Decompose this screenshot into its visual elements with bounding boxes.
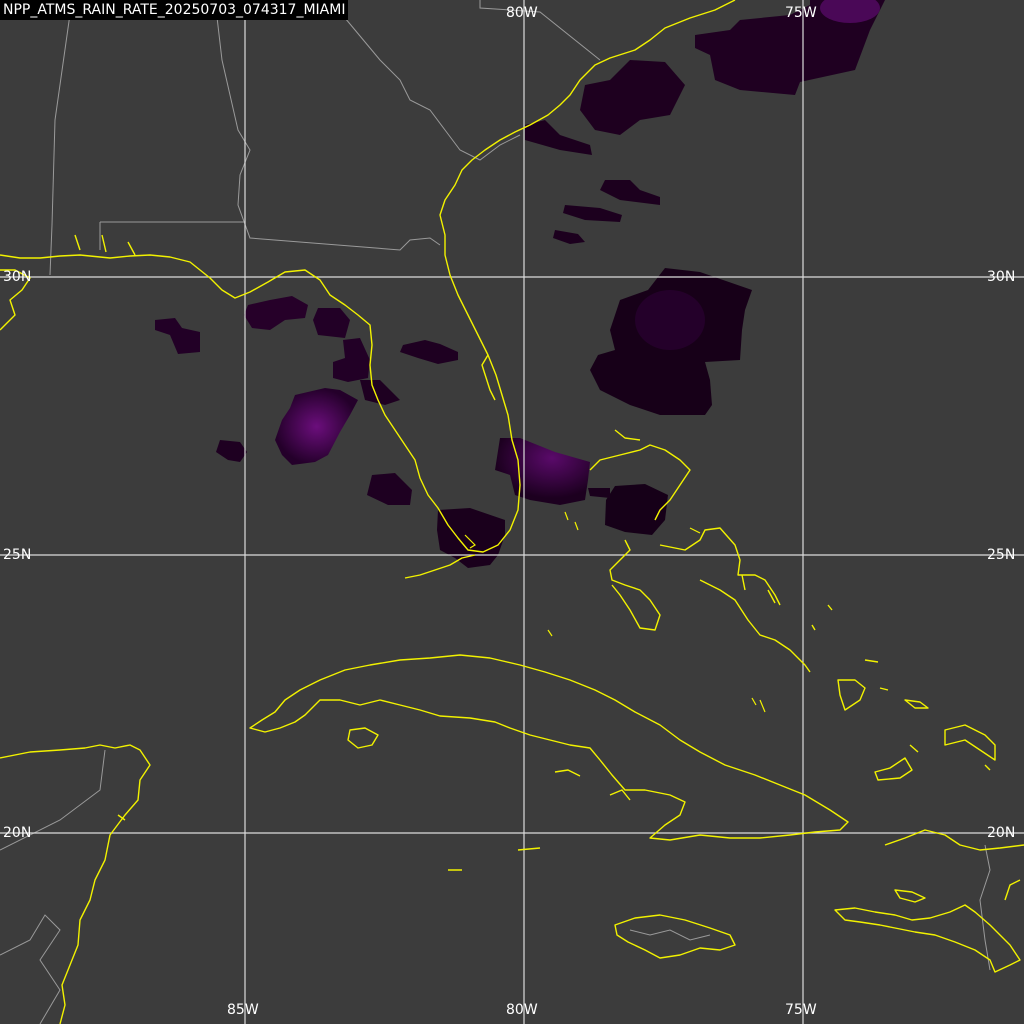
lat-label-30n-left: 30N: [3, 269, 32, 285]
lat-label-20n-left: 20N: [3, 825, 32, 841]
lon-label-75w-top: 75W: [785, 5, 817, 21]
lon-label-75w-bottom: 75W: [785, 1002, 817, 1018]
lat-label-25n-right: 25N: [987, 547, 1016, 563]
lon-label-80w-top: 80W: [506, 5, 538, 21]
map-canvas: [0, 0, 1024, 1024]
lon-label-80w-bottom: 80W: [506, 1002, 538, 1018]
lat-label-20n-right: 20N: [987, 825, 1016, 841]
product-title: NPP_ATMS_RAIN_RATE_20250703_074317_MIAMI: [0, 0, 349, 20]
lat-label-30n-right: 30N: [987, 269, 1016, 285]
lon-label-85w-bottom: 85W: [227, 1002, 259, 1018]
map-background: [0, 0, 1024, 1024]
lat-label-25n-left: 25N: [3, 547, 32, 563]
